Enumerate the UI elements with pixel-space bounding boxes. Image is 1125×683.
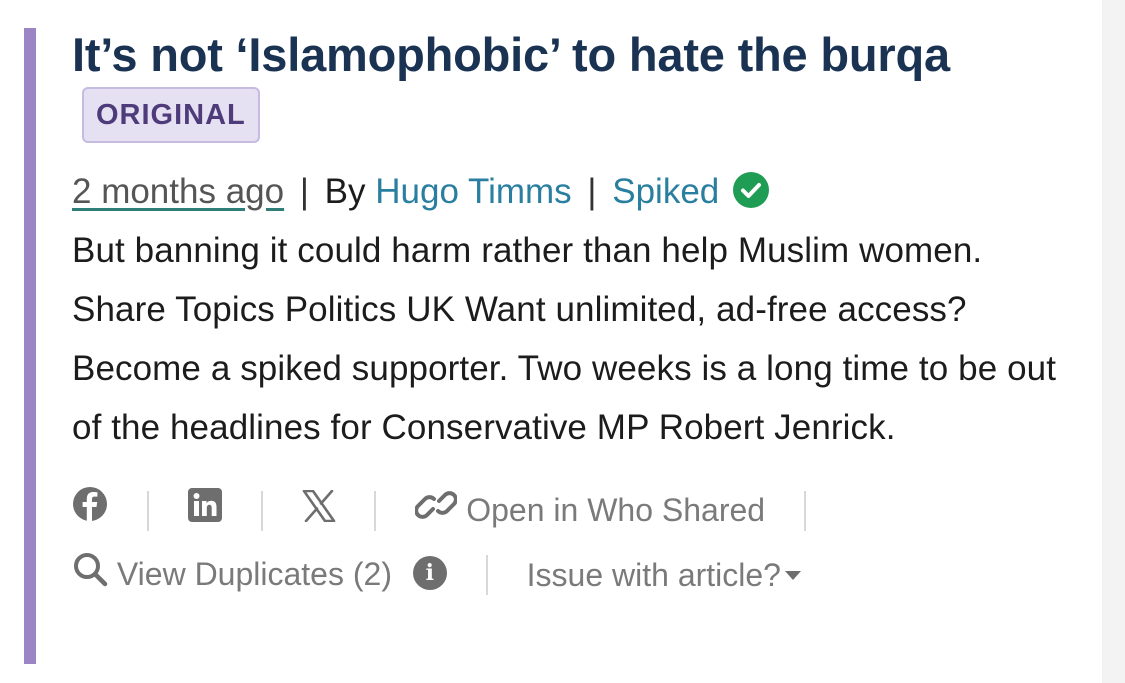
view-duplicates-label: View Duplicates (2) [116, 555, 392, 592]
link-icon [414, 482, 459, 542]
meta-separator: | [587, 171, 597, 211]
open-in-who-shared-label: Open in Who Shared [466, 491, 766, 528]
action-divider [146, 491, 149, 532]
action-divider [260, 491, 263, 532]
x-icon[interactable] [302, 481, 336, 541]
issue-with-article-dropdown[interactable]: Issue with article? [527, 545, 801, 605]
open-in-who-shared-button[interactable]: Open in Who Shared [414, 480, 766, 543]
verified-check-icon [733, 172, 770, 209]
action-divider [803, 491, 806, 532]
chevron-down-icon [784, 570, 801, 580]
article-meta: 2 months ago | By Hugo Timms | Spiked [72, 167, 1072, 217]
original-badge: ORIGINAL [82, 86, 260, 143]
published-time-link[interactable]: 2 months ago [72, 172, 284, 211]
search-icon [72, 546, 108, 606]
article-summary: But banning it could harm rather than he… [72, 230, 1057, 447]
article-card: It’s not ‘Islamophobic’ to hate the burq… [0, 0, 1102, 683]
article-actions: Open in Who Shared View Duplicates (2) i… [72, 479, 1052, 607]
action-divider [374, 491, 377, 532]
author-link[interactable]: Hugo Timms [375, 172, 571, 211]
article-title[interactable]: It’s not ‘Islamophobic’ to hate the burq… [72, 24, 1072, 149]
facebook-icon[interactable] [72, 481, 108, 541]
meta-separator: | [299, 171, 309, 211]
article-content: It’s not ‘Islamophobic’ to hate the burq… [72, 24, 1072, 606]
by-label: By [324, 171, 366, 211]
view-duplicates-button[interactable]: View Duplicates (2) [72, 544, 392, 607]
info-icon[interactable]: i [412, 555, 447, 590]
source-link[interactable]: Spiked [612, 172, 719, 211]
linkedin-icon[interactable] [187, 481, 222, 541]
issue-with-article-label: Issue with article? [526, 556, 781, 593]
article-title-text[interactable]: It’s not ‘Islamophobic’ to hate the burq… [72, 28, 950, 81]
action-divider [485, 554, 488, 595]
accent-bar [24, 28, 36, 664]
